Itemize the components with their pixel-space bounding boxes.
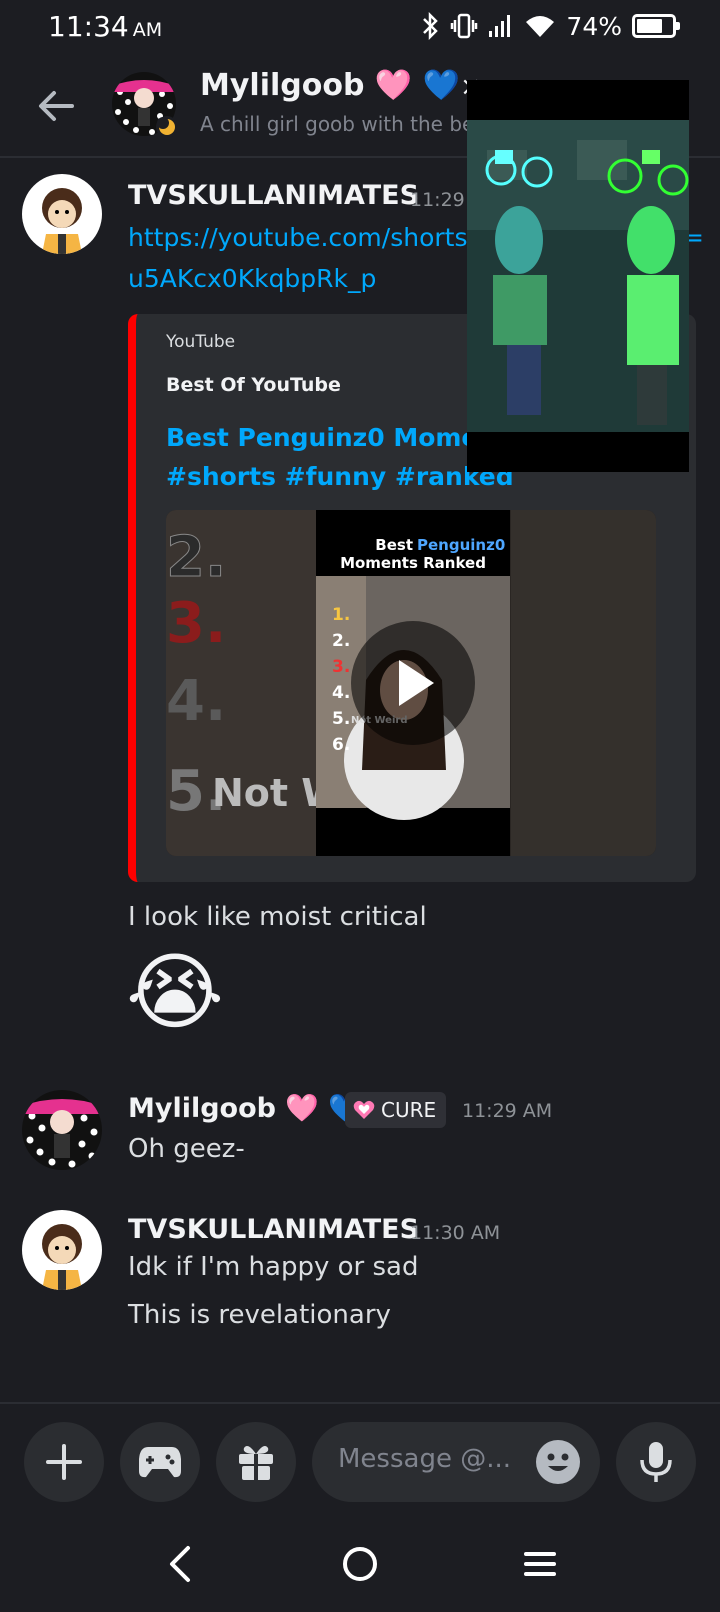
system-nav-bar: [0, 1520, 720, 1612]
nav-back-icon[interactable]: [164, 1544, 196, 1584]
message-text: Oh geez-: [128, 1134, 245, 1164]
add-attachment-button[interactable]: [24, 1422, 104, 1502]
message-link-cont[interactable]: u5AKcx0KkqbpRk_p: [128, 264, 376, 293]
timestamp: 11:29 AM: [462, 1100, 553, 1122]
wifi-icon: [526, 16, 555, 37]
gamepad-icon: [139, 1447, 181, 1478]
nav-home-icon[interactable]: [340, 1544, 380, 1584]
video-thumbnail[interactable]: 2. 3. 4. 5. Not W Best Penguinz0 Moments…: [166, 510, 656, 856]
idle-status-icon: [156, 116, 178, 138]
header-subtitle: A chill girl goob with the be: [200, 112, 475, 136]
gift-button[interactable]: [216, 1422, 296, 1502]
activities-button[interactable]: [120, 1422, 200, 1502]
vibrate-icon: [451, 13, 478, 39]
avatar[interactable]: [22, 1210, 102, 1290]
pip-video-player[interactable]: [467, 80, 689, 472]
clock: 11:34 AM: [48, 10, 163, 43]
thumb-heading-word1: Best: [375, 536, 413, 554]
guild-tag-badge[interactable]: CURE: [345, 1092, 447, 1128]
nav-menu-icon[interactable]: [522, 1546, 558, 1582]
thumb-bg-number: 4.: [166, 669, 226, 734]
message-input[interactable]: Message @...: [312, 1422, 600, 1502]
thumb-list-item: 4.: [332, 683, 350, 703]
badge-label: CURE: [381, 1098, 437, 1122]
avatar[interactable]: [22, 1090, 102, 1170]
thumb-list-item: 1.: [332, 605, 350, 625]
status-icons: 74%: [420, 10, 680, 42]
emoji-icon: [547, 1453, 569, 1471]
emoji-button[interactable]: [536, 1440, 580, 1484]
message-text: This is revelationary: [128, 1300, 391, 1330]
embed-title[interactable]: Best Penguinz0 Moment #shorts #funny #ran…: [166, 418, 514, 496]
back-arrow-icon[interactable]: [32, 82, 80, 130]
thumb-list-item: 3.: [332, 657, 350, 677]
thumb-bg-number: 2.: [166, 525, 226, 590]
status-bar: 11:34 AM 74%: [0, 0, 720, 54]
battery-icon: [632, 14, 680, 38]
username[interactable]: TVSKULLANIMATES: [128, 180, 419, 211]
message-text: I look like moist critical: [128, 902, 427, 932]
header-title[interactable]: Mylilgoob 🩷 💙: [200, 68, 460, 103]
voice-message-button[interactable]: [616, 1422, 696, 1502]
microphone-icon: [640, 1442, 672, 1482]
message-link[interactable]: https://youtube.com/shorts: [128, 223, 467, 252]
username[interactable]: Mylilgoob 🩷 💙: [128, 1092, 362, 1124]
embed-author[interactable]: Best Of YouTube: [166, 374, 341, 396]
signal-icon: [489, 15, 511, 37]
battery-percent: 74%: [566, 11, 622, 41]
message-text: Idk if I'm happy or sad: [128, 1252, 419, 1282]
thumb-list-item: 6.: [332, 735, 350, 755]
gift-icon: [239, 1446, 273, 1480]
thumb-list-item: 2.: [332, 631, 350, 651]
thumb-bg-number: 3.: [166, 591, 226, 656]
bluetooth-icon: [423, 12, 439, 40]
embed-provider[interactable]: YouTube: [166, 332, 235, 352]
thumb-heading-word2: Penguinz0: [417, 536, 505, 554]
username[interactable]: TVSKULLANIMATES: [128, 1214, 419, 1245]
timestamp: 11:30 AM: [410, 1222, 501, 1244]
message-input-placeholder: Message @...: [338, 1444, 512, 1474]
message-composer: Message @...: [0, 1402, 720, 1520]
plus-icon: [46, 1444, 82, 1480]
avatar[interactable]: [22, 174, 102, 254]
emoji-message: 😭: [126, 943, 225, 1041]
thumb-list-item: 5.: [332, 709, 350, 729]
thumb-heading-line2: Moments Ranked: [340, 554, 486, 572]
heart-icon: [353, 1100, 375, 1119]
